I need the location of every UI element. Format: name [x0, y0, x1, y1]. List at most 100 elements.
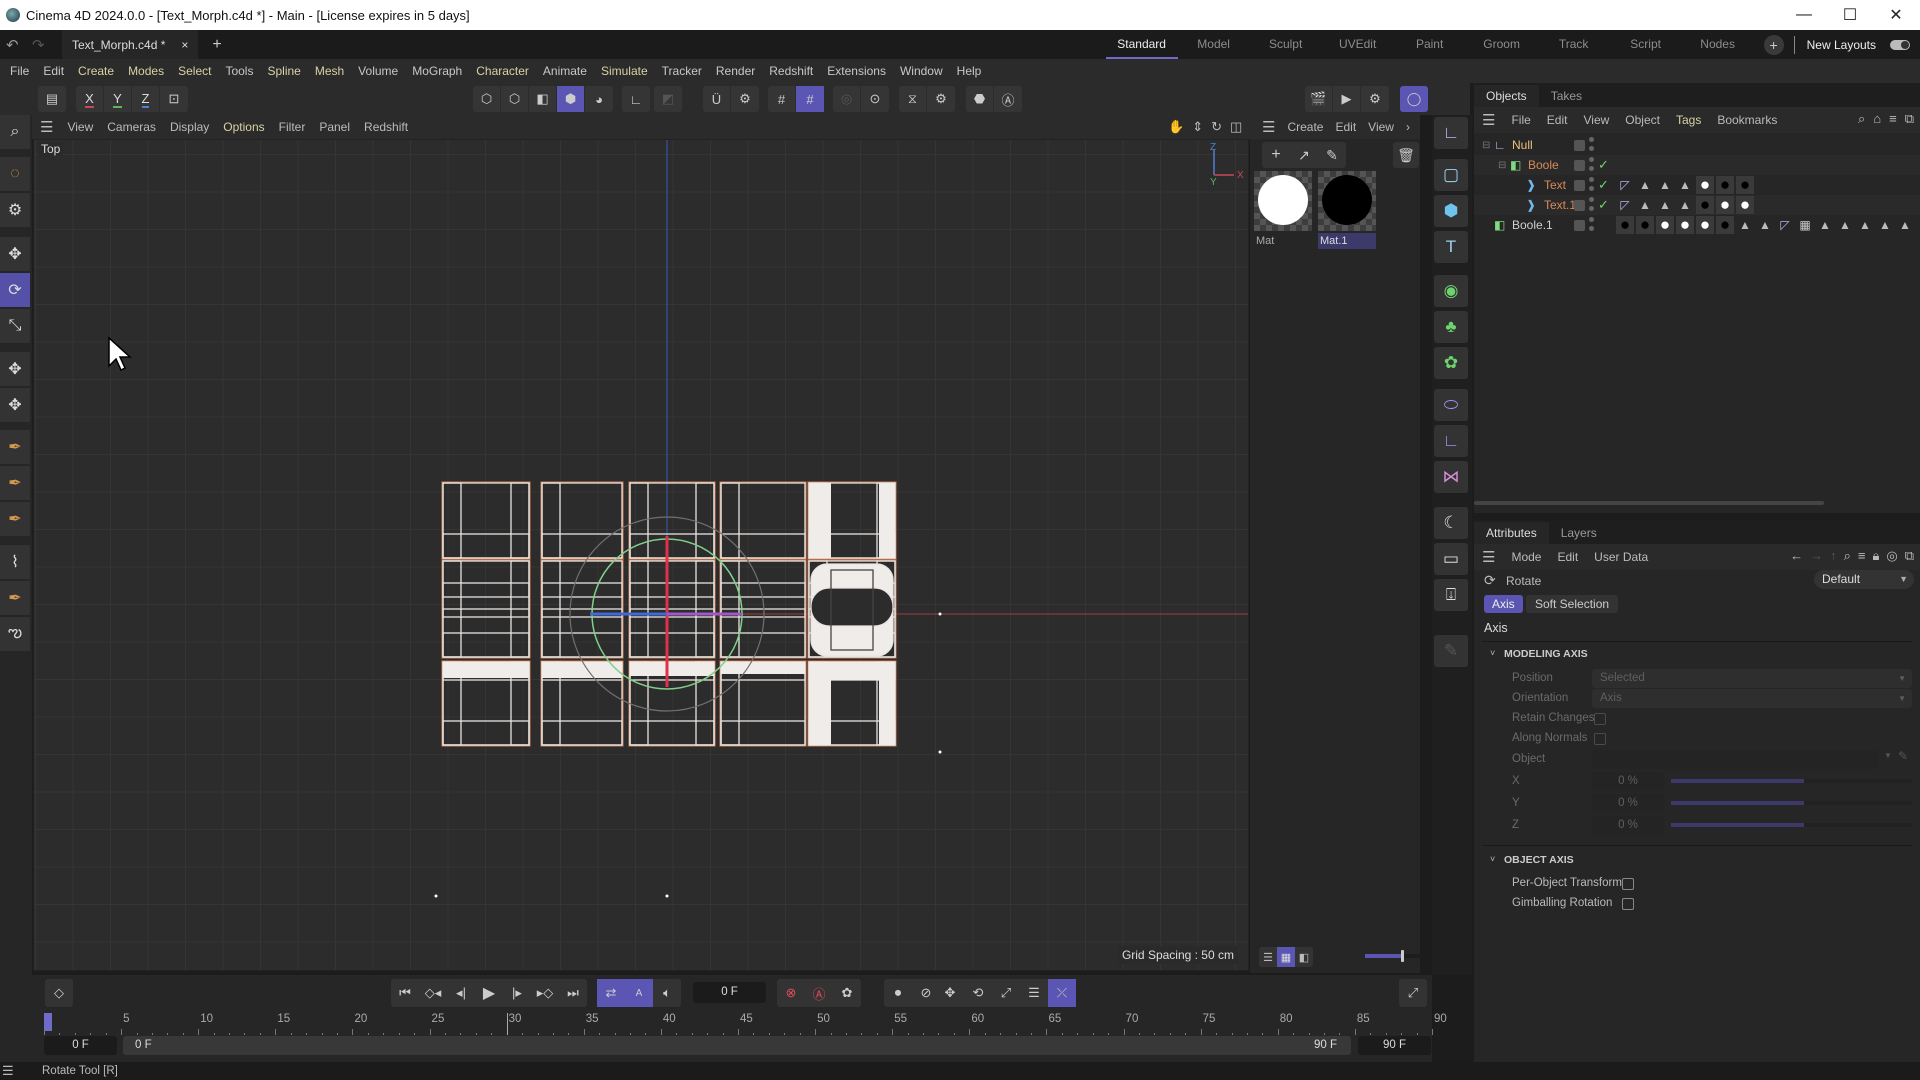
menu-render[interactable]: Render	[716, 64, 755, 78]
deformer-icon[interactable]: ⬭	[1434, 389, 1468, 421]
modeling-axis-header[interactable]: MODELING AXIS	[1504, 648, 1588, 660]
spline-arc-icon[interactable]: ✒	[0, 581, 30, 615]
render-dot-icon[interactable]	[1589, 206, 1594, 211]
keyframe-diamond-icon[interactable]: ◇	[45, 979, 73, 1007]
cube-icon[interactable]: ⬢	[1434, 195, 1468, 227]
menu-extensions[interactable]: Extensions	[827, 64, 886, 78]
layout-tab-track[interactable]: Track	[1538, 30, 1610, 59]
object-tag-icon[interactable]: ◸	[1776, 216, 1794, 234]
effector-icon[interactable]: ✿	[1434, 347, 1468, 379]
selection-settings-icon[interactable]: ⚙	[0, 193, 30, 227]
key-pla-icon[interactable]: ⤫	[1048, 979, 1076, 1007]
viewport-menu-filter[interactable]: Filter	[279, 120, 306, 134]
viewport-menu-icon[interactable]: ☰	[40, 118, 53, 136]
current-frame-field[interactable]: 0 F	[693, 982, 766, 1003]
menu-simulate[interactable]: Simulate	[601, 64, 648, 78]
object-tag-icon[interactable]: ●	[1696, 195, 1714, 214]
previous-key-icon[interactable]: ◇◂	[419, 979, 447, 1007]
spline-sketch-tool-icon[interactable]: ఌ	[0, 617, 30, 651]
maximize-view-icon[interactable]: ◫	[1230, 119, 1242, 135]
object-menu-view[interactable]: View	[1583, 113, 1609, 127]
object-name[interactable]: Text	[1544, 178, 1566, 192]
attribute-menu-edit[interactable]: Edit	[1557, 550, 1578, 564]
coordinate-system-icon[interactable]: ⊡	[160, 86, 188, 112]
render-dot-icon[interactable]	[1589, 166, 1594, 171]
retain-changes-checkbox[interactable]	[1594, 713, 1606, 725]
spline-pen-icon[interactable]: ✒	[0, 430, 30, 464]
grid-view-icon[interactable]: ▦	[1277, 947, 1295, 967]
z-percent-field[interactable]: 0 %	[1592, 816, 1664, 835]
visibility-dot-icon[interactable]	[1589, 137, 1594, 142]
next-frame-icon[interactable]: |▸	[503, 979, 531, 1007]
home-icon[interactable]: ⌂	[1873, 111, 1881, 127]
snap-settings-icon[interactable]: ⚙	[731, 86, 759, 112]
viewport-menu-panel[interactable]: Panel	[319, 120, 350, 134]
redshift-render-view-icon[interactable]: ◯	[1400, 86, 1428, 112]
tab-takes[interactable]: Takes	[1539, 85, 1594, 107]
menu-file[interactable]: File	[10, 64, 29, 78]
object-row[interactable]: ◧ Boole.1 ● ● ● ● ● ● ▲ ▲ ◸ ▦ ▲ ▲ ▲ ▲ ▲	[1474, 215, 1920, 235]
menu-character[interactable]: Character	[476, 64, 529, 78]
key-position-icon[interactable]: ✥	[936, 979, 964, 1007]
auto-icon[interactable]: Ⓐ	[994, 86, 1022, 112]
viewport-menu-cameras[interactable]: Cameras	[107, 120, 156, 134]
start-frame-field[interactable]: 0 F	[44, 1036, 117, 1055]
move-tool-icon[interactable]: ✥	[0, 237, 30, 271]
enabled-check-icon[interactable]: ✓	[1598, 157, 1609, 173]
object-tag-icon[interactable]: ●	[1656, 215, 1674, 234]
minimize-button[interactable]: —	[1781, 0, 1827, 30]
material-menu-create[interactable]: Create	[1287, 120, 1323, 134]
object-tag-icon[interactable]: ●	[1616, 215, 1634, 234]
editor-visibility-icon[interactable]	[1574, 159, 1585, 171]
menu-edit[interactable]: Edit	[43, 64, 64, 78]
object-tag-icon[interactable]: ◸	[1616, 196, 1634, 214]
rotate-tool-icon[interactable]: ⟳	[0, 273, 30, 307]
up-arrow-icon[interactable]: ↑	[1830, 548, 1837, 564]
brush-icon[interactable]: ⌇	[0, 545, 30, 579]
lock-x-axis-button[interactable]: X	[76, 86, 104, 112]
render-view-icon[interactable]: 🎬	[1305, 86, 1333, 112]
y-percent-field[interactable]: 0 %	[1592, 794, 1664, 813]
render-settings-icon[interactable]: ⚙	[1361, 86, 1389, 112]
menu-volume[interactable]: Volume	[358, 64, 398, 78]
object-tag-icon[interactable]: ▲	[1756, 216, 1774, 234]
material-swatch[interactable]	[1254, 171, 1312, 231]
object-tag-icon[interactable]: ●	[1696, 175, 1714, 194]
end-frame-field[interactable]: 90 F	[1358, 1036, 1431, 1055]
object-axis-header[interactable]: OBJECT AXIS	[1504, 854, 1574, 866]
filter-icon[interactable]: ≡	[1858, 548, 1866, 564]
menu-mesh[interactable]: Mesh	[315, 64, 344, 78]
material-menu-edit[interactable]: Edit	[1335, 120, 1356, 134]
object-tag-icon[interactable]: ▲	[1856, 216, 1874, 234]
object-menu-bookmarks[interactable]: Bookmarks	[1717, 113, 1777, 127]
object-tag-icon[interactable]: ▲	[1836, 216, 1854, 234]
layout-tab-script[interactable]: Script	[1610, 30, 1682, 59]
position-dropdown[interactable]: Selected ▼	[1592, 669, 1912, 688]
menu-select[interactable]: Select	[178, 64, 211, 78]
pan-view-icon[interactable]: ✋	[1168, 119, 1184, 135]
object-tag-icon[interactable]: ▲	[1656, 176, 1674, 194]
object-tag-icon[interactable]: ▲	[1656, 196, 1674, 214]
material-name[interactable]: Mat	[1254, 233, 1312, 249]
forward-arrow-icon[interactable]: →	[1810, 548, 1823, 564]
tree-expand-icon[interactable]: ⊟	[1482, 140, 1490, 151]
object-tag-icon[interactable]: ●	[1676, 215, 1694, 234]
search-icon[interactable]: ⌕	[1844, 548, 1851, 564]
y-percent-slider[interactable]	[1671, 801, 1912, 805]
lod-icon[interactable]: ⬣	[966, 86, 994, 112]
render-dot-icon[interactable]	[1589, 186, 1594, 191]
tab-layers[interactable]: Layers	[1549, 522, 1609, 544]
menu-tracker[interactable]: Tracker	[662, 64, 702, 78]
gimballing-rotation-checkbox[interactable]	[1622, 898, 1634, 910]
material-menu-icon[interactable]: ☰	[1262, 118, 1275, 136]
symmetry-settings-icon[interactable]: ⊙	[861, 86, 889, 112]
search-icon[interactable]: ⌕	[1858, 111, 1865, 127]
layout-tab-model[interactable]: Model	[1178, 30, 1250, 59]
layout-tab-sculpt[interactable]: Sculpt	[1250, 30, 1322, 59]
transfer-tool-icon[interactable]: ✥	[0, 352, 30, 386]
solo-icon[interactable]: ◩	[654, 86, 682, 112]
lock-icon[interactable]: 🔒︎	[1872, 548, 1879, 564]
model-mode-icon[interactable]: ⬢	[557, 86, 585, 112]
along-normals-checkbox[interactable]	[1594, 733, 1606, 745]
layout-tab-nodes[interactable]: Nodes	[1682, 30, 1754, 59]
